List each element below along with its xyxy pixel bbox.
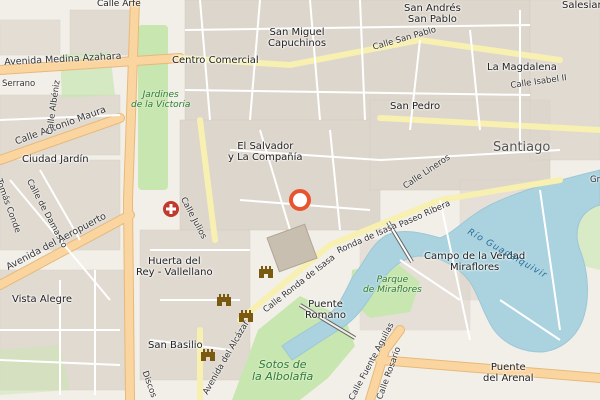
place-label-huerta-del-rey: Huerta del Rey - Vallellano bbox=[136, 256, 213, 278]
hospital-icon[interactable] bbox=[162, 200, 180, 222]
castle-icon[interactable] bbox=[238, 307, 254, 327]
street-label-gran-via: Gran Vía bbox=[590, 175, 600, 185]
map-view[interactable]: Santiago Calle Arfe Centro Comercial San… bbox=[0, 0, 600, 400]
park-label-sotos-de-la-albolafia: Sotos de la Albolafia bbox=[252, 358, 314, 384]
location-pin-icon[interactable] bbox=[288, 188, 312, 216]
place-label-ciudad-jardin: Ciudad Jardín bbox=[22, 154, 89, 165]
place-label-salesiana: Salesiana bbox=[562, 0, 600, 11]
castle-icon[interactable] bbox=[258, 263, 274, 283]
place-label-vista-alegre: Vista Alegre bbox=[12, 294, 72, 305]
street-label-calle-arfe: Calle Arfe bbox=[97, 0, 141, 9]
place-label-san-andres-san-pablo: San Andrés San Pablo bbox=[404, 3, 461, 25]
place-label-el-salvador: El Salvador y La Compañía bbox=[228, 141, 303, 163]
place-label-san-pedro: San Pedro bbox=[390, 101, 441, 112]
castle-icon[interactable] bbox=[200, 346, 216, 366]
place-label-puente-romano: Puente Romano bbox=[305, 299, 346, 321]
place-label-puente-del-arenal: Puente del Arenal bbox=[483, 362, 534, 384]
district-label-santiago: Santiago bbox=[493, 140, 551, 155]
castle-icon[interactable] bbox=[216, 291, 232, 311]
park-label-jardines-de-la-victoria: Jardines de la Victoria bbox=[131, 90, 191, 110]
place-label-san-basilio: San Basilio bbox=[148, 340, 203, 351]
park-label-parque-de-miraflores: Parque de Miraflores bbox=[363, 275, 422, 295]
place-label-san-miguel-capuchinos: San Miguel Capuchinos bbox=[268, 27, 327, 49]
place-label-la-magdalena: La Magdalena bbox=[487, 62, 557, 73]
place-label-centro-comercial: Centro Comercial bbox=[172, 55, 259, 66]
street-label-serrano: Serrano bbox=[2, 79, 36, 89]
